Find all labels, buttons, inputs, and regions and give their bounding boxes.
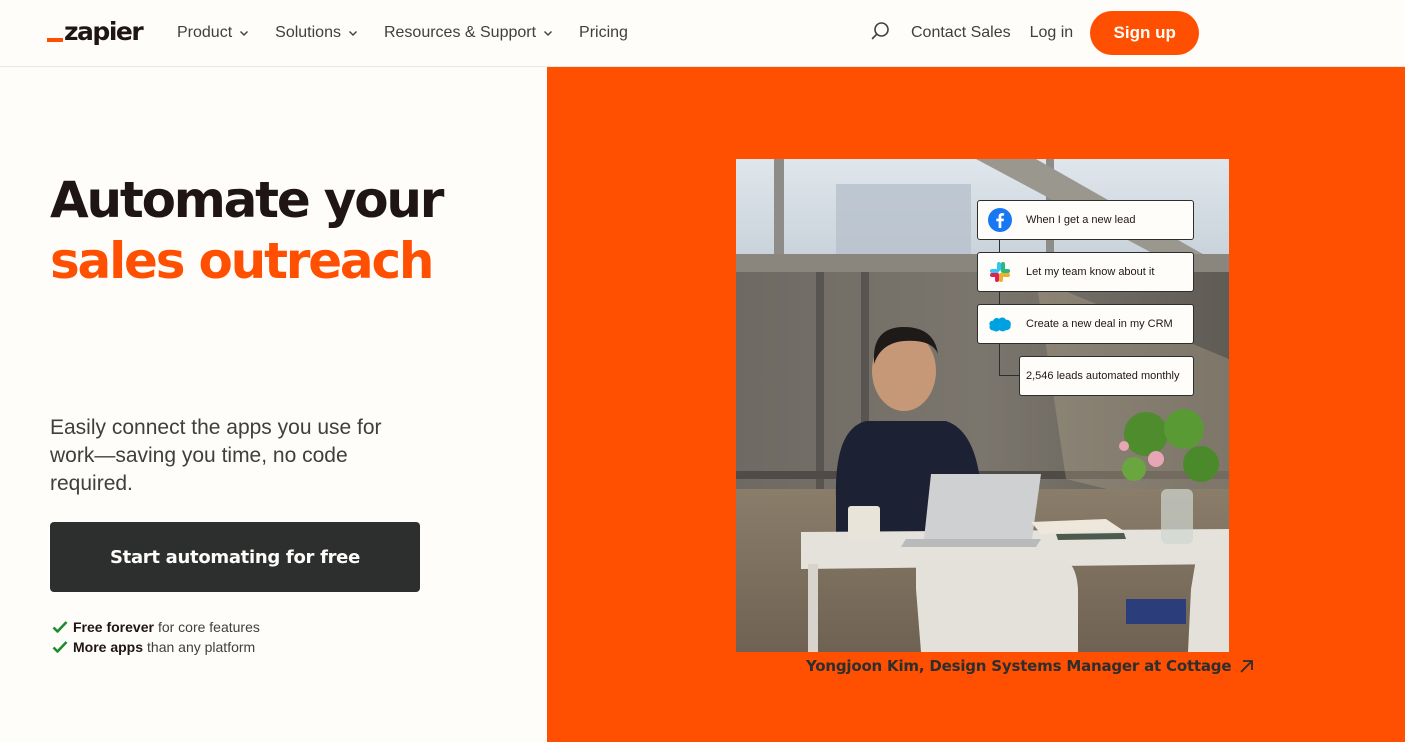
workflow-result-text: 2,546 leads automated monthly	[1026, 370, 1180, 382]
hero-title: Automate your sales outreach	[50, 170, 444, 292]
nav-item-label: Product	[177, 24, 233, 41]
customer-photo: When I get a new lead Let my team know a…	[736, 159, 1229, 652]
zapier-logo[interactable]: zapier	[47, 17, 144, 47]
nav-item-solutions[interactable]: Solutions	[275, 24, 358, 42]
hero-title-line-1: Automate your	[50, 171, 444, 229]
hero-subtitle: Easily connect the apps you use for work…	[50, 416, 382, 495]
search-icon	[869, 20, 891, 47]
arrow-up-right-icon	[1238, 658, 1254, 674]
nav-item-pricing[interactable]: Pricing	[579, 24, 628, 42]
contact-sales-link[interactable]: Contact Sales	[911, 24, 1011, 42]
checkmark-icon	[52, 620, 68, 634]
nav-item-label: Pricing	[579, 24, 628, 41]
log-in-link[interactable]: Log in	[1030, 24, 1074, 42]
workflow-connector	[999, 375, 1019, 376]
hero-showcase-panel: When I get a new lead Let my team know a…	[547, 67, 1405, 742]
nav-item-label: Resources & Support	[383, 24, 537, 41]
salesforce-icon	[988, 312, 1012, 336]
nav-item-label: Solutions	[275, 24, 341, 41]
workflow-step-text: Let my team know about it	[1026, 266, 1155, 278]
workflow-step-action: Let my team know about it	[977, 252, 1194, 292]
chevron-down-icon	[348, 28, 358, 38]
main-nav: Product Solutions Resources & Support Pr…	[177, 0, 654, 66]
hero-title-line-2-highlight: sales outreach	[50, 232, 435, 290]
checklist-item: More apps than any platform	[52, 637, 260, 657]
feature-checklist: Free forever for core features More apps…	[52, 617, 260, 657]
checklist-item-bold: More apps	[73, 639, 144, 655]
checklist-item-text: for core features	[157, 619, 260, 635]
header-actions: Contact Sales Log in Sign up	[868, 0, 1200, 66]
workflow-step-text: When I get a new lead	[1026, 214, 1136, 226]
site-header: zapier Product Solutions Resources & Sup…	[0, 0, 1405, 67]
slack-icon	[988, 260, 1012, 284]
workflow-step-text: Create a new deal in my CRM	[1026, 318, 1173, 330]
workflow-result-badge: 2,546 leads automated monthly	[1019, 356, 1194, 396]
customer-story-link[interactable]: Yongjoon Kim, Design Systems Manager at …	[806, 657, 1254, 675]
checkmark-icon	[52, 640, 68, 654]
nav-item-resources-support[interactable]: Resources & Support	[384, 24, 553, 42]
sign-up-button[interactable]: Sign up	[1090, 11, 1200, 55]
checklist-item: Free forever for core features	[52, 617, 260, 637]
logo-wordmark: zapier	[64, 17, 144, 46]
workflow-step-trigger: When I get a new lead	[977, 200, 1194, 240]
chevron-down-icon	[543, 28, 553, 38]
start-automating-button[interactable]: Start automating for free	[50, 522, 420, 592]
nav-item-product[interactable]: Product	[177, 24, 249, 42]
search-button[interactable]	[868, 21, 892, 45]
checklist-item-bold: Free forever	[73, 619, 154, 635]
checklist-item-text: than any platform	[147, 639, 256, 655]
chevron-down-icon	[239, 28, 249, 38]
logo-underscore-mark	[47, 38, 63, 42]
customer-story-caption: Yongjoon Kim, Design Systems Manager at …	[806, 657, 1232, 675]
facebook-icon	[988, 208, 1012, 232]
workflow-step-action: Create a new deal in my CRM	[977, 304, 1194, 344]
